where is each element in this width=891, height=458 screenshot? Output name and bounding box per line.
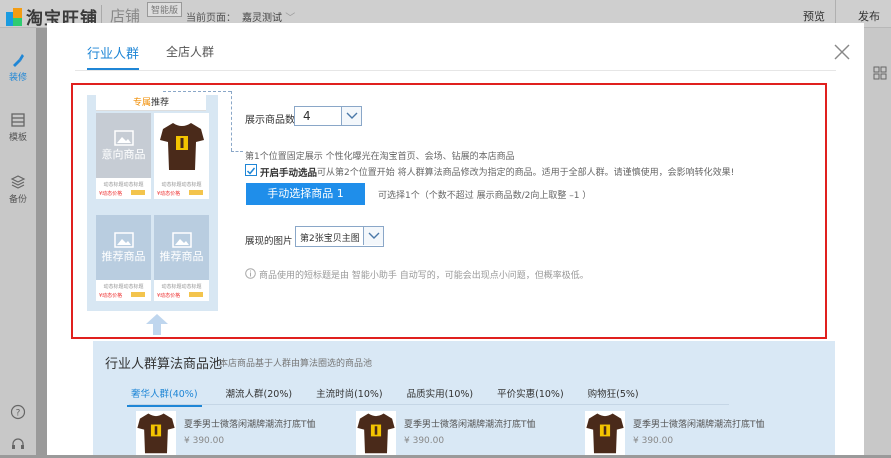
recommend-preview: 专属推荐 意向商品 动态标题动态标题 ¥动态价格 动态标题动态标题 ¥动态价格 … (87, 95, 218, 311)
sidebar-item-label: 模板 (8, 133, 27, 143)
connector-line (163, 91, 231, 92)
product-image (356, 411, 396, 455)
current-page-selector[interactable]: 当前页面： 嘉灵测试 ﹀ (186, 9, 295, 24)
edition-badge: 智能版 (147, 2, 183, 17)
preview-item-title: 动态标题动态标题 (103, 284, 144, 290)
tshirt-image (154, 113, 209, 178)
tab-industry-crowd[interactable]: 行业人群 (87, 43, 140, 70)
preview-title-rest: 推荐 (151, 98, 170, 108)
product-image (585, 411, 625, 455)
product-price: ¥ 390.00 (633, 436, 674, 446)
manual-select-hint: 可选择1个（个数不超过 展示商品数/2向上取整 –1 ） (378, 191, 592, 201)
preview-item-title: 动态标题动态标题 (161, 182, 202, 188)
manual-select-button[interactable]: 手动选择商品 1 (246, 183, 365, 205)
sidebar-item-backup[interactable]: 备份 (0, 174, 36, 205)
sidebar-item-label: 装修 (8, 73, 27, 83)
preview-item-title: 动态标题动态标题 (103, 182, 144, 188)
image-placeholder-icon (113, 129, 134, 146)
tab-divider (75, 70, 836, 71)
manual-select-desc: 可从第2个位置开始 将人群算法商品修改为指定的商品。适用于全部人群。请谨慎使用，… (317, 168, 735, 178)
dialog-tabs: 行业人群 全店人群 (87, 43, 241, 70)
product-price: ¥ 390.00 (404, 436, 445, 446)
pool-subtitle: 本店商品基于人群由算法圈选的商品池 (219, 359, 373, 369)
left-sidebar: 装修 模板 备份 ? (0, 28, 36, 455)
image-select-value: 第2张宝贝主图 (300, 234, 360, 244)
pool-tab-divider (129, 404, 729, 405)
template-icon (11, 113, 25, 127)
arrow-up-icon (146, 314, 168, 335)
preview-item-price: ¥动态价格 (99, 191, 123, 197)
preview-item-price: ¥动态价格 (157, 191, 181, 197)
product-name: 夏季男士微落闲潮牌潮流打底T恤 (184, 420, 316, 430)
close-icon[interactable] (833, 43, 851, 61)
image-select-label: 展现的图片 (245, 236, 293, 247)
rec-product-image: 推荐商品 (154, 215, 209, 280)
layers-icon (10, 175, 26, 189)
product-item[interactable]: 夏季男士微落闲潮牌潮流打底T恤 ¥ 390.00 (136, 411, 336, 455)
product-name: 夏季男士微落闲潮牌潮流打底T恤 (404, 420, 536, 430)
rec-product-label: 推荐商品 (101, 249, 146, 263)
connector-line (231, 91, 232, 151)
image-placeholder-icon (171, 231, 192, 248)
preview-item-price: ¥动态价格 (99, 293, 123, 299)
preview-item-title: 动态标题动态标题 (161, 284, 202, 290)
preview-title-highlight: 专属 (132, 98, 151, 108)
chevron-down-icon (363, 227, 383, 245)
info-icon (245, 268, 256, 279)
headset-icon (12, 438, 24, 449)
display-count-value: 4 (303, 109, 311, 123)
product-item[interactable]: 夏季男士微落闲潮牌潮流打底T恤 ¥ 390.00 (356, 411, 556, 455)
logo-icon (6, 7, 22, 26)
headset-button[interactable] (0, 436, 36, 454)
preview-card-rec-2: 推荐商品 动态标题动态标题 ¥动态价格 (154, 215, 209, 301)
sidebar-item-template[interactable]: 模板 (0, 112, 36, 143)
fixed-position-note: 第1个位置固定展示 个性化曝光在淘宝首页、会场、钻展的本店商品 (245, 152, 515, 162)
help-icon: ? (10, 404, 26, 420)
help-button[interactable]: ? (0, 404, 36, 422)
manual-select-checkbox[interactable] (245, 164, 257, 176)
tshirt-icon (357, 413, 395, 454)
intent-product-label: 意向商品 (101, 147, 146, 161)
crowd-settings-dialog: 行业人群 全店人群 专属推荐 意向商品 动态标题动态标题 ¥动态价格 动态标题动… (47, 23, 864, 455)
grid-icon[interactable] (873, 66, 887, 80)
brush-icon (13, 54, 24, 67)
rec-product-image: 推荐商品 (96, 215, 151, 280)
preview-item-tag (189, 292, 203, 297)
intent-product-image: 意向商品 (96, 113, 151, 178)
image-placeholder-icon (113, 231, 134, 248)
info-text: 商品使用的短标题是由 智能小助手 自动写的，可能会出现点小问题，但概率极低。 (259, 271, 589, 281)
preview-card-rec-1: 推荐商品 动态标题动态标题 ¥动态价格 (96, 215, 151, 301)
preview-item-price: ¥动态价格 (157, 293, 181, 299)
image-select[interactable]: 第2张宝贝主图 (295, 226, 384, 247)
tshirt-icon (159, 122, 204, 170)
check-icon (246, 167, 256, 175)
product-image (136, 411, 176, 455)
preview-item-tag (189, 190, 203, 195)
preview-item-tag (131, 292, 145, 297)
pool-title: 行业人群算法商品池 (105, 357, 223, 372)
tshirt-icon (137, 413, 175, 454)
svg-text:?: ? (16, 409, 21, 419)
chevron-down-icon (341, 107, 361, 125)
algorithm-product-pool: 行业人群算法商品池 本店商品基于人群由算法圈选的商品池 奢华人群(40%) 潮流… (93, 341, 835, 455)
publish-button[interactable]: 发布 (858, 8, 880, 24)
product-price: ¥ 390.00 (184, 436, 225, 446)
display-count-select[interactable]: 4 (294, 106, 362, 126)
preview-card-intent: 意向商品 动态标题动态标题 ¥动态价格 (96, 113, 151, 199)
sidebar-item-decorate[interactable]: 装修 (0, 52, 36, 83)
rec-product-label: 推荐商品 (159, 249, 204, 263)
preview-title: 专属推荐 (96, 95, 206, 111)
preview-card-shirt: 动态标题动态标题 ¥动态价格 (154, 113, 209, 199)
product-item[interactable]: 夏季男士微落闲潮牌潮流打底T恤 ¥ 390.00 (585, 411, 785, 455)
tab-store-crowd[interactable]: 全店人群 (166, 43, 214, 70)
product-name: 夏季男士微落闲潮牌潮流打底T恤 (633, 420, 765, 430)
preview-button[interactable]: 预览 (803, 8, 825, 24)
preview-item-tag (131, 190, 145, 195)
sidebar-item-label: 备份 (8, 195, 27, 205)
connector-line (231, 151, 243, 152)
tshirt-icon (586, 413, 624, 454)
right-toolbar (864, 28, 891, 455)
display-count-label: 展示商品数 (245, 115, 295, 126)
manual-select-label: 开启手动选品 (260, 168, 318, 179)
